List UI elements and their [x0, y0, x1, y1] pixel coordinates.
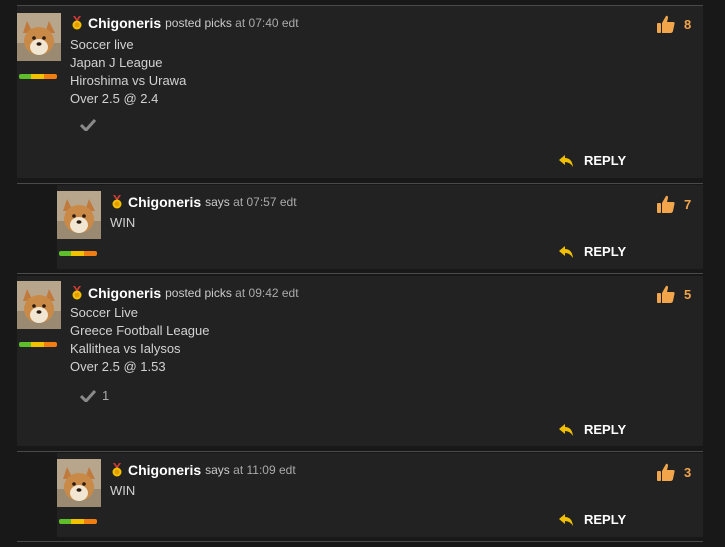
rating-orange-segment	[84, 519, 97, 524]
rating-green-segment	[19, 74, 31, 79]
like-button[interactable]: 3	[656, 462, 691, 482]
rating-orange-segment	[44, 74, 57, 79]
post-header: Chigoneris posted picks at 07:40 edt	[70, 15, 299, 31]
post-action-label: posted picks	[165, 286, 232, 300]
divider	[17, 183, 703, 184]
comment-text: WIN	[110, 483, 136, 498]
rating-orange-segment	[84, 251, 97, 256]
divider	[17, 273, 703, 274]
like-button[interactable]: 7	[656, 194, 691, 214]
avatar[interactable]	[57, 459, 101, 507]
post-timestamp: at 07:40 edt	[235, 16, 299, 30]
avatar[interactable]	[17, 281, 61, 329]
rating-green-segment	[59, 251, 71, 256]
reply-label: REPLY	[584, 244, 627, 259]
medal-icon	[72, 16, 82, 30]
reply-arrow-icon	[559, 423, 573, 436]
thumbs-up-icon	[657, 285, 675, 303]
post-action-label: says	[205, 463, 230, 477]
pick-sport: Soccer Live	[70, 305, 138, 320]
rating-yellow-segment	[71, 251, 84, 256]
thumbs-up-icon	[657, 463, 675, 481]
reply-button[interactable]: REPLY	[558, 422, 626, 437]
avatar[interactable]	[17, 13, 61, 61]
like-button[interactable]: 8	[656, 14, 691, 34]
rating-yellow-segment	[71, 519, 84, 524]
rating-orange-segment	[44, 342, 57, 347]
divider	[17, 541, 703, 542]
post-header: Chigoneris says at 11:09 edt	[110, 462, 296, 478]
pick-check[interactable]: 1	[80, 388, 109, 403]
reply-label: REPLY	[584, 153, 627, 168]
pick-bet: Over 2.5 @ 2.4	[70, 91, 159, 106]
medal-icon	[112, 463, 122, 477]
rating-green-segment	[19, 342, 31, 347]
rating-green-segment	[59, 519, 71, 524]
username-link[interactable]: Chigoneris	[88, 15, 161, 31]
avatar[interactable]	[57, 191, 101, 239]
pick-details: Soccer live Japan J League Hiroshima vs …	[70, 36, 186, 108]
reply-label: REPLY	[584, 512, 627, 527]
like-count: 3	[684, 464, 692, 480]
post-action-label: says	[205, 195, 230, 209]
pick-bet: Over 2.5 @ 1.53	[70, 359, 166, 374]
reply-post-card: Chigoneris says at 11:09 edt WIN 3 REPLY	[57, 453, 703, 537]
user-rating-bar	[19, 342, 57, 347]
user-rating-bar	[59, 519, 97, 524]
username-link[interactable]: Chigoneris	[128, 462, 201, 478]
reply-button[interactable]: REPLY	[558, 512, 626, 527]
checkmark-icon	[80, 389, 96, 402]
comment-text: WIN	[110, 215, 136, 230]
checkmark-icon	[80, 119, 96, 131]
medal-icon	[112, 195, 122, 209]
pick-match: Kallithea vs Ialysos	[70, 341, 181, 356]
post-header: Chigoneris says at 07:57 edt	[110, 194, 297, 210]
thumbs-up-icon	[657, 15, 675, 33]
rating-yellow-segment	[31, 74, 44, 79]
post-timestamp: at 11:09 edt	[233, 463, 296, 477]
thumbs-up-icon	[657, 195, 675, 213]
reply-post-card: Chigoneris says at 07:57 edt WIN 7 REPLY	[57, 185, 703, 269]
pick-match: Hiroshima vs Urawa	[70, 73, 187, 88]
reply-button[interactable]: REPLY	[558, 244, 626, 259]
reply-arrow-icon	[559, 154, 573, 167]
post-action-label: posted picks	[165, 16, 232, 30]
user-rating-bar	[19, 74, 57, 79]
pick-league: Japan J League	[70, 55, 163, 70]
post-timestamp: at 09:42 edt	[235, 286, 299, 300]
medal-icon	[72, 286, 82, 300]
pick-check[interactable]	[80, 119, 102, 131]
pick-details: Soccer Live Greece Football League Kalli…	[70, 304, 209, 376]
post-timestamp: at 07:57 edt	[233, 195, 297, 209]
reply-arrow-icon	[559, 513, 573, 526]
reply-label: REPLY	[584, 422, 627, 437]
like-count: 8	[684, 16, 692, 32]
like-count: 7	[684, 196, 692, 212]
username-link[interactable]: Chigoneris	[88, 285, 161, 301]
user-rating-bar	[59, 251, 97, 256]
username-link[interactable]: Chigoneris	[128, 194, 201, 210]
reply-arrow-icon	[559, 245, 573, 258]
rating-yellow-segment	[31, 342, 44, 347]
like-button[interactable]: 5	[656, 284, 691, 304]
pick-sport: Soccer live	[70, 37, 134, 52]
reply-button[interactable]: REPLY	[558, 153, 626, 168]
like-count: 5	[684, 286, 692, 302]
divider	[17, 451, 703, 452]
pick-post-card: Chigoneris posted picks at 09:42 edt Soc…	[17, 276, 703, 446]
post-header: Chigoneris posted picks at 09:42 edt	[70, 285, 299, 301]
pick-league: Greece Football League	[70, 323, 210, 338]
check-count: 1	[102, 388, 110, 403]
pick-post-card: Chigoneris posted picks at 07:40 edt Soc…	[17, 6, 703, 178]
